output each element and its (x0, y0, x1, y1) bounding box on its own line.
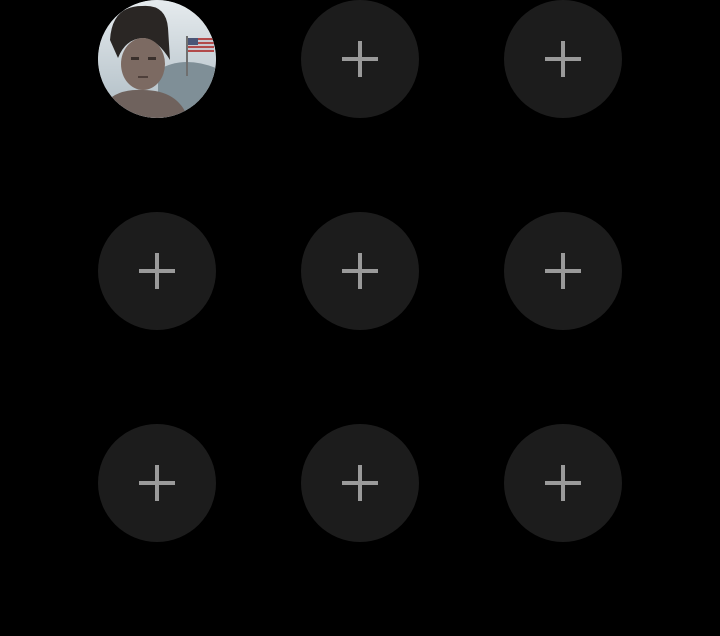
plus-icon (342, 41, 378, 77)
add-contact-button-3[interactable] (504, 0, 622, 118)
plus-icon (342, 253, 378, 289)
add-contact-button-8[interactable] (301, 424, 419, 542)
plus-icon (545, 41, 581, 77)
add-contact-button-4[interactable] (98, 212, 216, 330)
plus-icon (545, 465, 581, 501)
plus-icon (342, 465, 378, 501)
user-photo-avatar (98, 0, 216, 118)
add-contact-button-7[interactable] (98, 424, 216, 542)
add-contact-button-5[interactable] (301, 212, 419, 330)
add-contact-button-6[interactable] (504, 212, 622, 330)
add-contact-button-9[interactable] (504, 424, 622, 542)
plus-icon (139, 465, 175, 501)
plus-icon (139, 253, 175, 289)
plus-icon (545, 253, 581, 289)
contact-grid (0, 0, 720, 636)
add-contact-button-2[interactable] (301, 0, 419, 118)
contact-avatar-1[interactable] (98, 0, 216, 118)
